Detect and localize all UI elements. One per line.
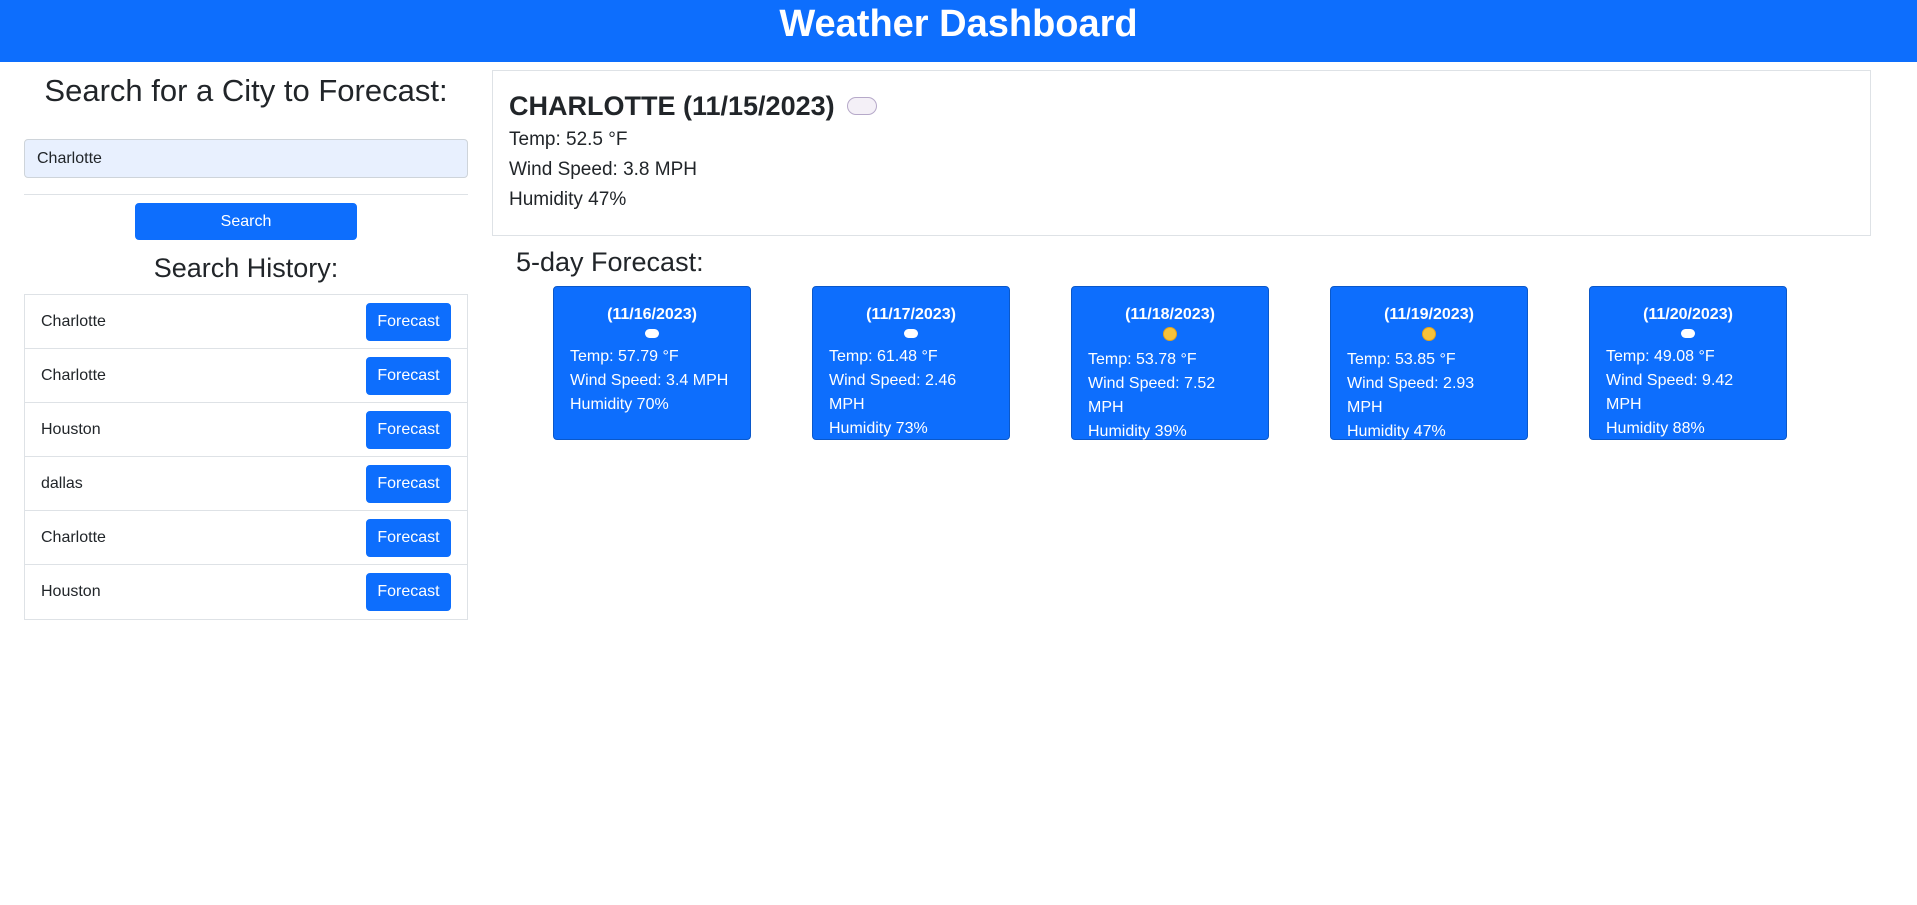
cloud-icon <box>904 329 918 338</box>
search-history-list: Charlotte Forecast Charlotte Forecast Ho… <box>24 294 468 620</box>
search-button[interactable]: Search <box>135 203 357 240</box>
cloud-icon <box>645 329 659 338</box>
forecast-temp: Temp: 53.85 °F <box>1347 351 1456 368</box>
current-weather-card: CHARLOTTE (11/15/2023) Temp: 52.5 °F Win… <box>492 70 1871 236</box>
app-title: Weather Dashboard <box>779 3 1138 45</box>
forecast-button[interactable]: Forecast <box>366 410 451 449</box>
forecast-wind: Wind Speed: 7.52 MPH <box>1088 375 1216 416</box>
forecast-date: (11/17/2023) <box>866 306 956 323</box>
forecast-date: (11/16/2023) <box>607 306 697 323</box>
cloud-icon <box>1681 329 1695 338</box>
forecast-date: (11/19/2023) <box>1384 306 1474 323</box>
search-history-title: Search History: <box>153 253 339 283</box>
forecast-temp: Temp: 61.48 °F <box>829 348 938 365</box>
history-item: Houston Forecast <box>25 403 467 457</box>
current-temp: Temp: 52.5 °F <box>509 129 628 150</box>
history-item: Charlotte Forecast <box>25 295 467 349</box>
forecast-humidity: Humidity 70% <box>570 396 669 413</box>
search-title: Search for a City to Forecast: <box>44 73 448 108</box>
forecast-button[interactable]: Forecast <box>366 573 451 611</box>
forecast-card: (11/19/2023) Temp: 53.85 °F Wind Speed: … <box>1330 286 1528 440</box>
forecast-humidity: Humidity 88% <box>1606 420 1705 437</box>
forecast-temp: Temp: 49.08 °F <box>1606 348 1715 365</box>
forecast-temp: Temp: 53.78 °F <box>1088 351 1197 368</box>
history-item: Houston Forecast <box>25 565 467 619</box>
current-city-date: CHARLOTTE (11/15/2023) <box>509 91 835 121</box>
history-city: Houston <box>41 583 101 600</box>
forecast-humidity: Humidity 39% <box>1088 423 1187 440</box>
search-sidebar: Search for a City to Forecast: Search Se… <box>24 68 468 620</box>
forecast-date: (11/20/2023) <box>1643 306 1733 323</box>
history-city: Houston <box>41 420 101 438</box>
forecast-button[interactable]: Forecast <box>366 302 451 341</box>
history-city: Charlotte <box>41 528 106 546</box>
forecast-cards: (11/16/2023) Temp: 57.79 °F Wind Speed: … <box>553 286 1887 442</box>
forecast-temp: Temp: 57.79 °F <box>570 348 679 365</box>
sun-icon <box>1163 327 1177 341</box>
forecast-wind: Wind Speed: 2.46 MPH <box>829 372 957 413</box>
forecast-date: (11/18/2023) <box>1125 306 1215 323</box>
history-item: dallas Forecast <box>25 457 467 511</box>
cloud-icon <box>846 97 877 115</box>
forecast-card: (11/18/2023) Temp: 53.78 °F Wind Speed: … <box>1071 286 1269 440</box>
forecast-button[interactable]: Forecast <box>366 518 451 557</box>
forecast-title: 5-day Forecast: <box>516 247 704 277</box>
history-item: Charlotte Forecast <box>25 349 467 403</box>
app-header: Weather Dashboard <box>0 0 1917 62</box>
forecast-wind: Wind Speed: 2.93 MPH <box>1347 375 1475 416</box>
current-weather-header: CHARLOTTE (11/15/2023) <box>509 89 1854 123</box>
forecast-card: (11/17/2023) Temp: 61.48 °F Wind Speed: … <box>812 286 1010 440</box>
divider <box>24 194 468 195</box>
current-wind: Wind Speed: 3.8 MPH <box>509 159 697 180</box>
forecast-card: (11/16/2023) Temp: 57.79 °F Wind Speed: … <box>553 286 751 440</box>
history-item: Charlotte Forecast <box>25 511 467 565</box>
forecast-card: (11/20/2023) Temp: 49.08 °F Wind Speed: … <box>1589 286 1787 440</box>
sun-icon <box>1422 327 1436 341</box>
history-city: dallas <box>41 474 83 492</box>
forecast-button[interactable]: Forecast <box>366 356 451 395</box>
city-search-input[interactable] <box>24 139 468 178</box>
forecast-button[interactable]: Forecast <box>366 464 451 503</box>
current-humidity: Humidity 47% <box>509 189 627 210</box>
history-city: Charlotte <box>41 312 106 330</box>
forecast-wind: Wind Speed: 3.4 MPH <box>570 372 729 389</box>
forecast-humidity: Humidity 47% <box>1347 423 1446 440</box>
forecast-wind: Wind Speed: 9.42 MPH <box>1606 372 1734 413</box>
forecast-humidity: Humidity 73% <box>829 420 928 437</box>
history-city: Charlotte <box>41 366 106 384</box>
